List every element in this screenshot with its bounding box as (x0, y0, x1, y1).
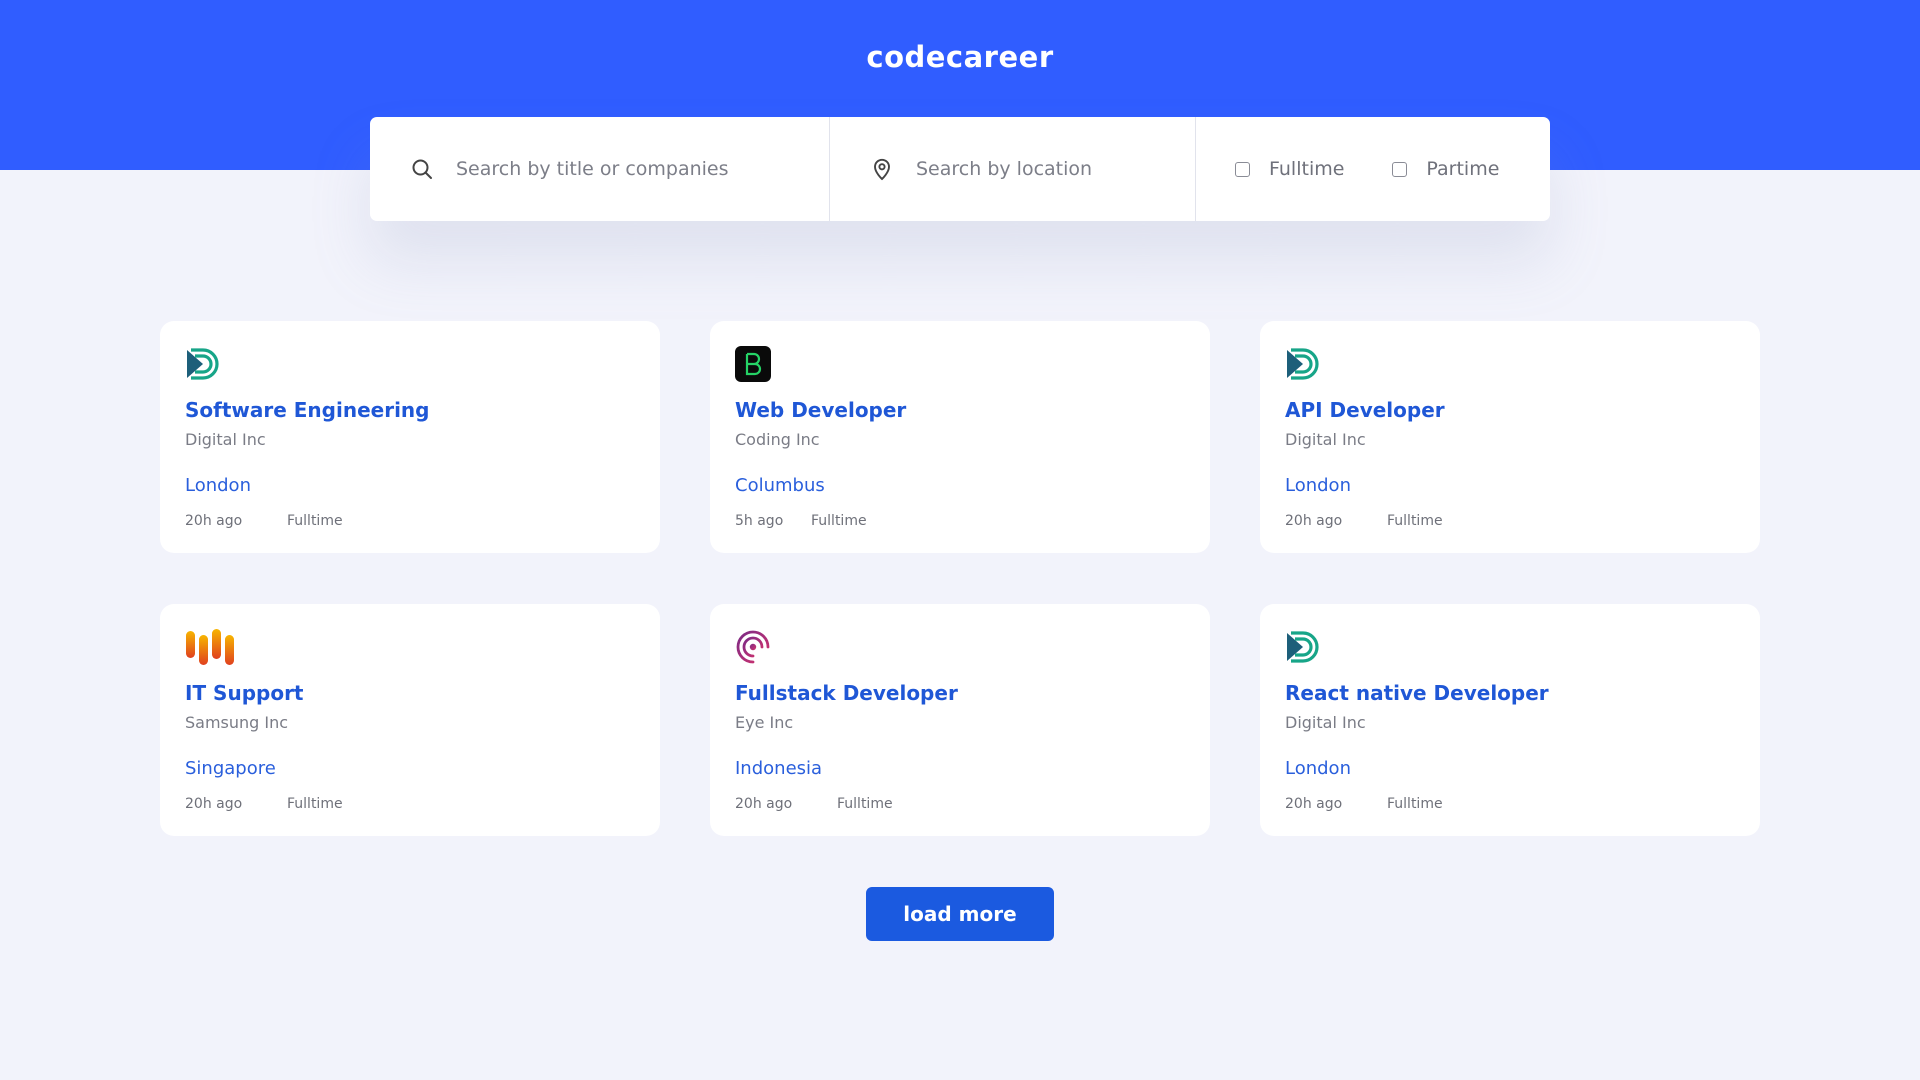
job-title[interactable]: API Developer (1285, 398, 1735, 422)
job-card[interactable]: IT Support Samsung Inc Singapore 20h ago… (160, 604, 660, 836)
job-meta: 20h ago Fulltime (1285, 513, 1735, 529)
job-card[interactable]: Software Engineering Digital Inc London … (160, 321, 660, 553)
job-meta: 20h ago Fulltime (1285, 796, 1735, 812)
digital-logo-icon (1287, 631, 1319, 663)
job-type: Fulltime (287, 796, 343, 812)
company-name: Digital Inc (1285, 713, 1366, 732)
job-card[interactable]: React native Developer Digital Inc Londo… (1260, 604, 1760, 836)
job-title[interactable]: Web Developer (735, 398, 1185, 422)
job-meta: 5h ago Fulltime (735, 513, 1185, 529)
location-pin-icon (870, 157, 894, 181)
fulltime-label: Fulltime (1269, 158, 1345, 180)
posted-time: 20h ago (185, 513, 243, 529)
posted-time: 20h ago (185, 796, 243, 812)
company-name: Digital Inc (1285, 430, 1366, 449)
job-card[interactable]: Web Developer Coding Inc Columbus 5h ago… (710, 321, 1210, 553)
digital-logo-icon (187, 348, 219, 380)
job-title[interactable]: Fullstack Developer (735, 681, 1185, 705)
samsung-logo-icon (186, 629, 234, 665)
location-search-field[interactable] (830, 117, 1196, 221)
title-search-input[interactable] (456, 158, 756, 180)
job-title[interactable]: Software Engineering (185, 398, 635, 422)
job-location: Indonesia (735, 758, 823, 779)
company-name: Coding Inc (735, 430, 820, 449)
checkbox-box[interactable] (1235, 161, 1250, 177)
job-type: Fulltime (287, 513, 343, 529)
job-meta: 20h ago Fulltime (185, 796, 635, 812)
posted-time: 20h ago (735, 796, 793, 812)
partime-label: Partime (1426, 158, 1500, 180)
job-location: Singapore (185, 758, 276, 779)
location-search-input[interactable] (916, 158, 1195, 180)
load-more-button[interactable]: load more (866, 887, 1054, 941)
job-location: Columbus (735, 475, 825, 496)
job-type: Fulltime (811, 513, 867, 529)
job-card[interactable]: API Developer Digital Inc London 20h ago… (1260, 321, 1760, 553)
brand-title: codecareer (866, 40, 1054, 74)
coding-logo-icon (735, 346, 771, 382)
fulltime-checkbox[interactable]: Fulltime (1235, 158, 1344, 180)
partime-checkbox[interactable]: Partime (1392, 158, 1499, 180)
job-meta: 20h ago Fulltime (735, 796, 1185, 812)
company-name: Samsung Inc (185, 713, 289, 732)
title-search-field[interactable] (370, 117, 830, 221)
job-meta: 20h ago Fulltime (185, 513, 635, 529)
digital-logo-icon (1287, 348, 1319, 380)
posted-time: 5h ago (735, 513, 784, 529)
job-card[interactable]: Fullstack Developer Eye Inc Indonesia 20… (710, 604, 1210, 836)
company-name: Digital Inc (185, 430, 266, 449)
posted-time: 20h ago (1285, 796, 1343, 812)
search-bar: Fulltime Partime (370, 117, 1550, 221)
company-name: Eye Inc (735, 713, 794, 732)
job-location: London (185, 475, 251, 496)
job-title[interactable]: React native Developer (1285, 681, 1735, 705)
job-title[interactable]: IT Support (185, 681, 635, 705)
posted-time: 20h ago (1285, 513, 1343, 529)
job-type: Fulltime (1387, 513, 1443, 529)
job-type-filters: Fulltime Partime (1196, 117, 1550, 221)
eye-logo-icon (736, 630, 770, 664)
checkbox-box[interactable] (1392, 161, 1408, 177)
job-location: London (1285, 758, 1351, 779)
job-type: Fulltime (837, 796, 893, 812)
search-icon (410, 157, 434, 181)
job-location: London (1285, 475, 1351, 496)
job-type: Fulltime (1387, 796, 1443, 812)
